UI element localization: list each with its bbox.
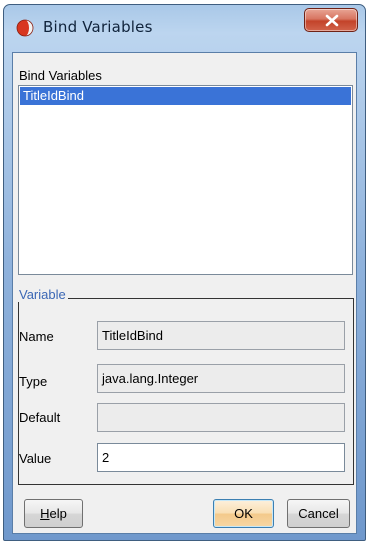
type-field: java.lang.Integer [97,364,345,393]
ok-button[interactable]: OK [213,499,274,528]
bind-variables-list[interactable]: TitleIdBind [18,85,353,275]
help-label: elp [49,506,67,521]
dialog-content: Bind Variables TitleIdBind Variable Name… [12,52,357,534]
variable-group-title: Variable [17,287,68,302]
default-field [97,403,345,432]
close-button[interactable] [304,8,358,32]
name-field: TitleIdBind [97,321,345,350]
cancel-button[interactable]: Cancel [287,499,350,528]
value-label: Value [19,451,52,466]
oracle-app-icon [16,19,34,37]
window-title: Bind Variables [43,18,153,36]
close-icon [325,14,339,27]
help-button[interactable]: Help [24,499,83,528]
title-bar[interactable]: Bind Variables [4,5,365,51]
help-mnemonic: H [40,506,50,521]
default-label: Default [19,410,61,425]
dialog-window: Bind Variables Bind Variables TitleIdBin… [3,4,366,541]
bind-variables-label: Bind Variables [19,68,102,83]
list-item[interactable]: TitleIdBind [20,87,351,105]
name-label: Name [19,329,54,344]
value-input[interactable]: 2 [97,443,345,472]
type-label: Type [19,374,48,389]
